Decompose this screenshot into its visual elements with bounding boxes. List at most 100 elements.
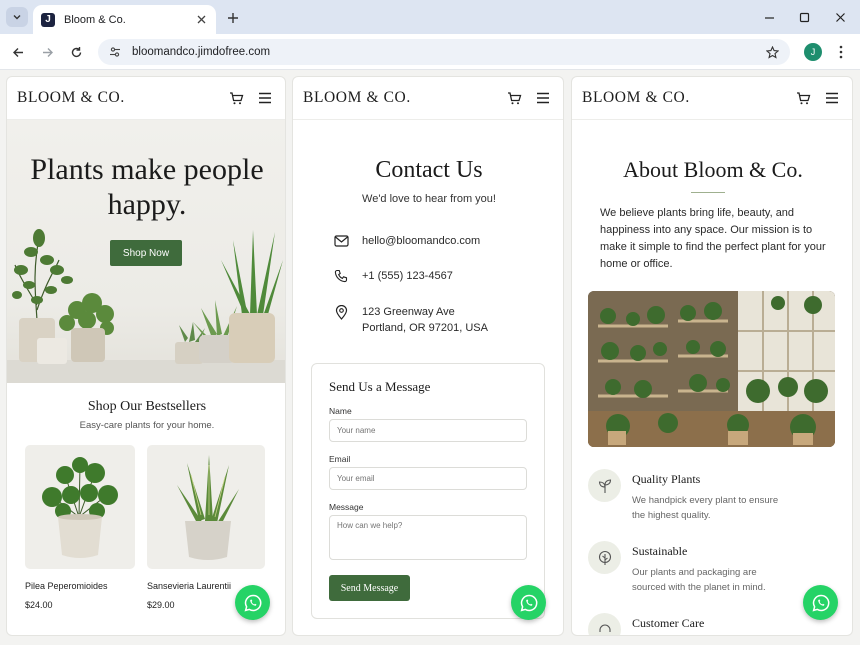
email-label: Email	[329, 454, 351, 464]
minimize-icon	[764, 16, 774, 19]
page-viewport: BLOOM & CO. Plants make people happy. Sh…	[0, 70, 860, 645]
tab-title: Bloom & Co.	[64, 13, 126, 26]
contact-subtitle: We'd love to hear from you!	[362, 193, 496, 205]
profile-avatar[interactable]: J	[804, 43, 822, 61]
minimize-button[interactable]	[760, 9, 778, 25]
hero-plants-illustration	[12, 229, 283, 364]
star-icon	[765, 45, 779, 59]
feature-title: Sustainable	[632, 544, 688, 558]
send-message-button[interactable]: Send Message	[329, 575, 410, 601]
whatsapp-icon	[520, 594, 537, 611]
hamburger-menu-button[interactable]	[822, 88, 842, 108]
cart-button[interactable]	[226, 88, 246, 108]
contact-phone[interactable]: +1 (555) 123-4567	[362, 268, 453, 284]
browser-tab-active[interactable]: J Bloom & Co.	[33, 5, 216, 34]
about-title: About Bloom & Co.	[623, 157, 803, 182]
feature-description: We handpick every plant to ensure the hi…	[632, 495, 779, 521]
tab-close-button[interactable]	[194, 13, 208, 27]
contact-phone-row[interactable]: +1 (555) 123-4567	[333, 268, 453, 284]
kebab-menu-icon	[839, 45, 843, 59]
contact-title: Contact Us	[375, 157, 483, 183]
whatsapp-chat-button[interactable]	[235, 585, 270, 620]
phone-icon	[333, 268, 349, 284]
headset-icon	[588, 613, 621, 635]
feature-description: Our plants and packaging are sourced wit…	[632, 567, 766, 593]
plant-shop-illustration	[588, 291, 835, 447]
arrow-right-icon	[42, 47, 53, 57]
about-text: We believe plants bring life, beauty, an…	[600, 207, 826, 270]
mail-icon	[333, 233, 349, 249]
title-divider	[691, 192, 725, 193]
feature-title: Customer Care	[632, 616, 705, 630]
shop-interior-image	[588, 291, 835, 447]
hero-section: Plants make people happy. Shop Now	[7, 120, 285, 383]
site-settings-icon[interactable]	[108, 45, 122, 59]
address-line-2: Portland, OR 97201, USA	[362, 322, 488, 334]
brand-logo[interactable]: BLOOM & CO.	[17, 89, 217, 107]
contact-email[interactable]: hello@bloomandco.com	[362, 233, 480, 249]
new-tab-button[interactable]	[224, 9, 242, 27]
contact-form: Send Us a Message Name Email Message Sen…	[311, 363, 545, 619]
maximize-button[interactable]	[795, 9, 813, 25]
site-header: BLOOM & CO.	[572, 77, 852, 120]
browser-tabstrip: J Bloom & Co.	[0, 0, 860, 34]
product-price: $24.00	[25, 600, 53, 610]
favicon-icon: J	[41, 12, 55, 27]
name-label: Name	[329, 406, 352, 416]
product-image[interactable]	[25, 445, 135, 569]
chevron-down-icon	[13, 15, 21, 20]
cart-icon	[229, 91, 243, 104]
contact-panel: BLOOM & CO. Contact Us We'd love to hear…	[292, 76, 564, 636]
message-label: Message	[329, 502, 364, 512]
plus-icon	[228, 13, 238, 23]
bestsellers-subtitle: Easy-care plants for your home.	[79, 420, 215, 431]
bookmark-button[interactable]	[764, 44, 780, 60]
address-line-1: 123 Greenway Ave	[362, 306, 455, 318]
close-icon	[197, 15, 205, 24]
cart-icon	[796, 91, 810, 104]
browser-menu-button[interactable]	[833, 43, 849, 61]
pilea-plant-illustration	[42, 457, 118, 558]
whatsapp-chat-button[interactable]	[511, 585, 546, 620]
bestsellers-title: Shop Our Bestsellers	[87, 399, 207, 414]
contact-address: 123 Greenway Ave Portland, OR 97201, USA	[362, 304, 488, 336]
message-textarea[interactable]	[329, 515, 527, 560]
contact-email-row[interactable]: hello@bloomandco.com	[333, 233, 480, 249]
hamburger-menu-button[interactable]	[533, 88, 553, 108]
product-image[interactable]	[147, 445, 265, 569]
hamburger-menu-button[interactable]	[255, 88, 275, 108]
cart-button[interactable]	[504, 88, 524, 108]
address-bar[interactable]: bloomandco.jimdofree.com	[98, 39, 790, 65]
close-icon	[835, 12, 845, 22]
forward-button[interactable]	[38, 43, 56, 61]
email-input[interactable]	[329, 467, 527, 490]
site-header: BLOOM & CO.	[293, 77, 563, 120]
sprout-icon	[588, 469, 621, 502]
home-panel: BLOOM & CO. Plants make people happy. Sh…	[6, 76, 286, 636]
cart-button[interactable]	[793, 88, 813, 108]
name-input[interactable]	[329, 419, 527, 442]
feature-title: Quality Plants	[632, 472, 701, 486]
whatsapp-icon	[244, 594, 261, 611]
form-title: Send Us a Message	[329, 379, 431, 394]
hamburger-icon	[537, 92, 549, 104]
reload-button[interactable]	[67, 43, 85, 61]
url-text: bloomandco.jimdofree.com	[132, 46, 271, 58]
tab-search-button[interactable]	[6, 7, 28, 27]
about-panel: BLOOM & CO. About Bloom & Co. We believe…	[571, 76, 853, 636]
map-pin-icon	[333, 304, 349, 320]
reload-icon	[71, 46, 81, 57]
close-window-button[interactable]	[831, 9, 849, 25]
hamburger-icon	[826, 92, 838, 104]
back-button[interactable]	[9, 43, 27, 61]
product-card[interactable]: Pilea Peperomioides $24.00	[25, 445, 135, 610]
cart-icon	[507, 91, 521, 104]
contact-address-row: 123 Greenway Ave Portland, OR 97201, USA	[333, 304, 488, 336]
leaf-icon	[588, 541, 621, 574]
brand-logo[interactable]: BLOOM & CO.	[582, 89, 784, 107]
snake-plant-illustration	[177, 455, 239, 560]
brand-logo[interactable]: BLOOM & CO.	[303, 89, 495, 107]
whatsapp-chat-button[interactable]	[803, 585, 838, 620]
browser-toolbar: bloomandco.jimdofree.com J	[0, 34, 860, 70]
whatsapp-icon	[812, 594, 829, 611]
